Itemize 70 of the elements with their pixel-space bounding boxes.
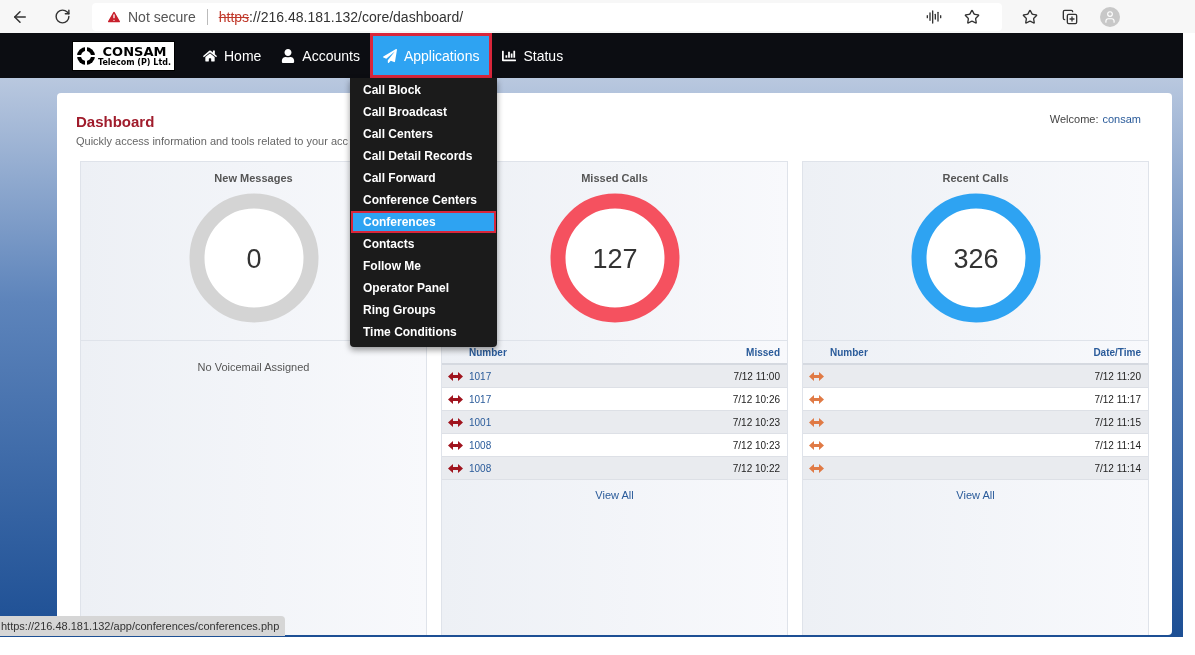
logo-tagline: Telecom (P) Ltd. [98,58,171,67]
url-scheme: https [218,8,250,25]
column-header: Number [469,346,507,358]
menu-item[interactable]: Call Forward [351,167,496,189]
call-time: 7/12 10:26 [732,393,780,405]
url-text: ://216.48.181.132/core/dashboard/ [249,8,464,25]
empty-message: No Voicemail Assigned [196,361,311,373]
left-right-arrow-icon [448,371,463,381]
menu-item[interactable]: Call Centers [351,123,496,145]
view-all-link[interactable]: View All [595,489,634,501]
number-link[interactable]: 1001 [469,416,492,428]
crosshair-icon [76,45,96,66]
user-link[interactable]: consam [1102,113,1141,147]
nav-tab[interactable]: Status [492,33,574,78]
menu-item[interactable]: Call Block [351,79,496,101]
menu-item[interactable]: Contacts [351,233,496,255]
column-header: Number [830,346,868,358]
number-link[interactable]: 1008 [469,462,492,474]
number-link[interactable]: 1017 [469,370,492,382]
left-right-arrow-icon [448,463,463,473]
menu-item[interactable]: Ring Groups [351,299,496,321]
call-time: 7/12 11:14 [1094,439,1141,451]
menu-item[interactable]: Call Detail Records [351,145,496,167]
menu-item[interactable]: Call Broadcast [351,101,496,123]
left-right-arrow-icon [809,394,824,404]
panel-title: Recent Calls [942,172,1009,184]
security-label: Not secure [128,8,196,25]
column-header: Missed [746,346,780,358]
link-preview: https://216.48.181.132/app/conferences/conferences.php [0,616,286,636]
left-right-arrow-icon [809,463,824,473]
call-time: 7/12 10:23 [732,439,780,451]
menu-item[interactable]: Conference Centers [351,189,496,211]
left-right-arrow-icon [448,417,463,427]
call-time: 7/12 11:17 [1094,393,1141,405]
nav-tab[interactable]: Home [193,33,272,78]
left-right-arrow-icon [809,440,824,450]
count: 0 [246,244,261,274]
call-time: 7/12 10:23 [732,416,780,428]
count: 326 [952,244,999,274]
menu-item[interactable]: Time Conditions [351,321,496,343]
count: 127 [591,244,638,274]
panel-title: New Messages [214,172,293,184]
menu-item[interactable]: Follow Me [351,255,496,277]
refresh-icon[interactable] [52,6,72,27]
warning-icon [106,8,122,25]
call-time: 7/12 11:00 [733,370,780,382]
left-right-arrow-icon [448,440,463,450]
logo-name: CONSAM [102,44,167,58]
address-bar[interactable]: Not secure https://216.48.181.132/core/dashboard/ [92,2,1002,31]
person-icon [281,48,296,63]
number-link[interactable]: 1017 [469,393,492,405]
page-subtitle: Quickly access information and tools related to your acc [76,135,349,147]
view-all-link[interactable]: View All [956,489,995,501]
call-time: 7/12 10:22 [732,462,780,474]
paper-plane-icon [382,48,397,63]
welcome-label: Welcome: [1049,113,1099,127]
call-time: 7/12 11:14 [1094,462,1141,474]
nav-tab[interactable]: Accounts [271,33,370,78]
call-time: 7/12 11:15 [1094,416,1141,428]
bar-chart-icon [502,48,517,63]
left-right-arrow-icon [448,394,463,404]
column-header: Date/Time [1093,346,1141,358]
house-icon [203,48,217,63]
left-right-arrow-icon [809,417,824,427]
left-right-arrow-icon [809,371,824,381]
number-link[interactable]: 1008 [469,439,492,451]
call-time: 7/12 11:20 [1094,370,1141,382]
page-title: Dashboard [76,113,156,130]
panel-title: Missed Calls [581,172,648,184]
menu-item[interactable]: Operator Panel [351,277,496,299]
